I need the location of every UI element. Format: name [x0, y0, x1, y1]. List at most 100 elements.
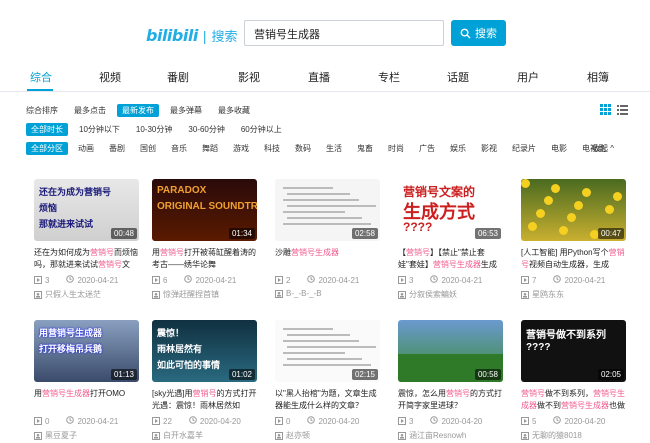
duration-option-active[interactable]: 全部时长 [26, 122, 68, 136]
uploader[interactable]: 黑豆夏子 [34, 430, 77, 441]
zone-option[interactable]: 鬼畜 [352, 142, 378, 155]
duration-option[interactable]: 10分钟以下 [74, 123, 125, 136]
zone-option[interactable]: 电影 [546, 142, 572, 155]
video-thumbnail[interactable]: 00:58 [398, 320, 503, 382]
sort-option[interactable]: 最多点击 [69, 104, 111, 117]
uploader[interactable]: 惊弹赶醒捏首镇 [152, 289, 219, 300]
zone-option[interactable]: 纪录片 [507, 142, 541, 155]
duration-option[interactable]: 30-60分钟 [183, 123, 229, 136]
tab-photo[interactable]: 相簿 [587, 69, 609, 85]
zone-option[interactable]: 影视 [476, 142, 502, 155]
user-icon [152, 290, 160, 299]
video-title[interactable]: 【营销号】【禁止"禁止套娃"套娃】营销号生成器生成 [398, 247, 503, 271]
sort-option-active[interactable]: 最新发布 [117, 103, 159, 117]
uploader-name[interactable]: 分叙侯索鳊妖 [409, 289, 457, 300]
grid-view-icon[interactable] [600, 104, 611, 115]
sort-option[interactable]: 最多弹幕 [165, 104, 207, 117]
video-title[interactable]: 用营销号打开被蒋缸醒着涛的考古——绣华论舞 [152, 247, 257, 271]
video-card[interactable]: 营销号文案的 生成方式???? 06:53 【营销号】【禁止"禁止套娃"套娃】营销号生… [398, 179, 503, 307]
tab-all[interactable]: 综合 [30, 69, 52, 85]
uploader-name[interactable]: 惊弹赶醒捏首镇 [163, 289, 219, 300]
video-card[interactable]: PARADOX ORIGINAL SOUNDTRACK 01:34 用营销号打开被蒋缸… [152, 179, 257, 307]
tab-user[interactable]: 用户 [517, 69, 539, 85]
uploader-name[interactable]: 无聊的猿8018 [532, 430, 582, 441]
video-thumbnail[interactable]: 00:47 [521, 179, 626, 241]
uploader[interactable]: 无聊的猿8018 [521, 430, 582, 441]
video-title[interactable]: 震惊，怎么用营销号的方式打开简字家里进球？ [398, 388, 503, 412]
tab-bangumi[interactable]: 番剧 [167, 69, 189, 85]
video-title[interactable]: [人工智能] 用Python写个营销号视频自动生成器，生成 [521, 247, 626, 271]
bilibili-logo[interactable]: bilibili | 搜索 [146, 26, 237, 45]
user-icon [34, 431, 42, 440]
video-title[interactable]: [sky光遇]用营销号的方式打开光遇：震惊！雨林居然如 [152, 388, 257, 412]
video-card[interactable]: 02:15 以"黑人抬棺"为题，文章生成器能生成什么样的文章？ 0 2020-04… [275, 320, 380, 443]
tab-article[interactable]: 专栏 [378, 69, 400, 85]
zone-option[interactable]: 动画 [73, 142, 99, 155]
video-card[interactable]: 震惊！ 雨林居然有 如此可怕的事情 01:02 [sky光遇]用营销号的方式打开光遇：震… [152, 320, 257, 443]
zone-option[interactable]: 数码 [290, 142, 316, 155]
zone-option[interactable]: 生活 [321, 142, 347, 155]
tab-live[interactable]: 直播 [308, 69, 330, 85]
tab-topic[interactable]: 话题 [447, 69, 469, 85]
clock-icon [184, 275, 193, 285]
video-card[interactable]: 02:58 沙雕营销号生成器 2 2020-04-21 B-_-B-_-B [275, 179, 380, 307]
uploader[interactable]: 只假人生太迷茫 [34, 289, 101, 300]
uploader-name[interactable]: 黑豆夏子 [45, 430, 77, 441]
uploader[interactable]: 白开水嘉羊 [152, 430, 203, 441]
video-card[interactable]: 还在为成为营销号 烦恼 那就进来试试 00:48 还在为如何成为营销号而烦恼吗，那就进来… [34, 179, 139, 307]
video-card[interactable]: 00:47 [人工智能] 用Python写个营销号视频自动生成器，生成 7 202… [521, 179, 626, 307]
search-button[interactable]: 搜索 [451, 20, 506, 46]
video-thumbnail[interactable]: 营销号做不到系列???? 02:05 [521, 320, 626, 382]
video-card[interactable]: 00:58 震惊，怎么用营销号的方式打开简字家里进球？ 3 2020-04-20 … [398, 320, 503, 443]
video-thumbnail[interactable]: 还在为成为营销号 烦恼 那就进来试试 00:48 [34, 179, 139, 241]
video-title[interactable]: 沙雕营销号生成器 [275, 247, 380, 271]
zone-option[interactable]: 时尚 [383, 142, 409, 155]
sort-option[interactable]: 最多收藏 [213, 104, 255, 117]
video-title[interactable]: 营销号做不到系列，营销号生成器做不到营销号生成器也做不到系列 [521, 388, 626, 412]
tab-video[interactable]: 视频 [99, 69, 121, 85]
sort-option[interactable]: 综合排序 [21, 104, 63, 117]
uploader-name[interactable]: 涵江亩Resnowh [409, 430, 466, 441]
uploader[interactable]: 赵亦顿 [275, 430, 310, 441]
thumbnail-text-line [283, 352, 345, 354]
video-thumbnail[interactable]: PARADOX ORIGINAL SOUNDTRACK 01:34 [152, 179, 257, 241]
video-title[interactable]: 还在为如何成为营销号而烦恼吗，那就进来试试营销号文 [34, 247, 139, 271]
duration-option[interactable]: 60分钟以上 [236, 123, 287, 136]
tab-movie[interactable]: 影视 [238, 69, 260, 85]
uploader[interactable]: B-_-B-_-B [275, 289, 322, 298]
search-input[interactable]: 营销号生成器 [244, 20, 444, 46]
zone-option[interactable]: 游戏 [228, 142, 254, 155]
zone-option[interactable]: 音乐 [166, 142, 192, 155]
video-thumbnail[interactable]: 营销号文案的 生成方式???? 06:53 [398, 179, 503, 241]
zone-option[interactable]: 番剧 [104, 142, 130, 155]
video-title[interactable]: 用营销号生成器打开OMO [34, 388, 139, 412]
video-thumbnail[interactable]: 用营销号生成器 打开移梅吊兵鹅 01:13 [34, 320, 139, 382]
view-count: 5 [532, 416, 537, 426]
thumbnail-text-line [283, 223, 371, 225]
video-title[interactable]: 以"黑人抬棺"为题，文章生成器能生成什么样的文章？ [275, 388, 380, 412]
zone-option[interactable]: 广告 [414, 142, 440, 155]
video-thumbnail[interactable]: 02:58 [275, 179, 380, 241]
uploader[interactable]: 分叙侯索鳊妖 [398, 289, 457, 300]
video-thumbnail[interactable]: 02:15 [275, 320, 380, 382]
play-count-icon [152, 276, 160, 284]
active-tab-indicator [27, 89, 53, 91]
uploader-name[interactable]: 只假人生太迷茫 [45, 289, 101, 300]
uploader-name[interactable]: B-_-B-_-B [286, 289, 322, 298]
zone-option[interactable]: 科技 [259, 142, 285, 155]
uploader[interactable]: 涵江亩Resnowh [398, 430, 466, 441]
uploader[interactable]: 星鸥东东 [521, 289, 564, 300]
uploader-name[interactable]: 白开水嘉羊 [163, 430, 203, 441]
uploader-name[interactable]: 星鸥东东 [532, 289, 564, 300]
uploader-name[interactable]: 赵亦顿 [286, 430, 310, 441]
video-card[interactable]: 用营销号生成器 打开移梅吊兵鹅 01:13 用营销号生成器打开OMO 0 2020-0… [34, 320, 139, 443]
zone-option-active[interactable]: 全部分区 [26, 141, 68, 155]
zone-option[interactable]: 娱乐 [445, 142, 471, 155]
duration-option[interactable]: 10-30分钟 [131, 123, 177, 136]
list-view-icon[interactable] [617, 104, 628, 115]
fold-button[interactable]: 收起 ^ [592, 143, 614, 154]
zone-option[interactable]: 国创 [135, 142, 161, 155]
video-card[interactable]: 营销号做不到系列???? 02:05 营销号做不到系列，营销号生成器做不到营销号生成… [521, 320, 626, 443]
video-thumbnail[interactable]: 震惊！ 雨林居然有 如此可怕的事情 01:02 [152, 320, 257, 382]
zone-option[interactable]: 舞蹈 [197, 142, 223, 155]
